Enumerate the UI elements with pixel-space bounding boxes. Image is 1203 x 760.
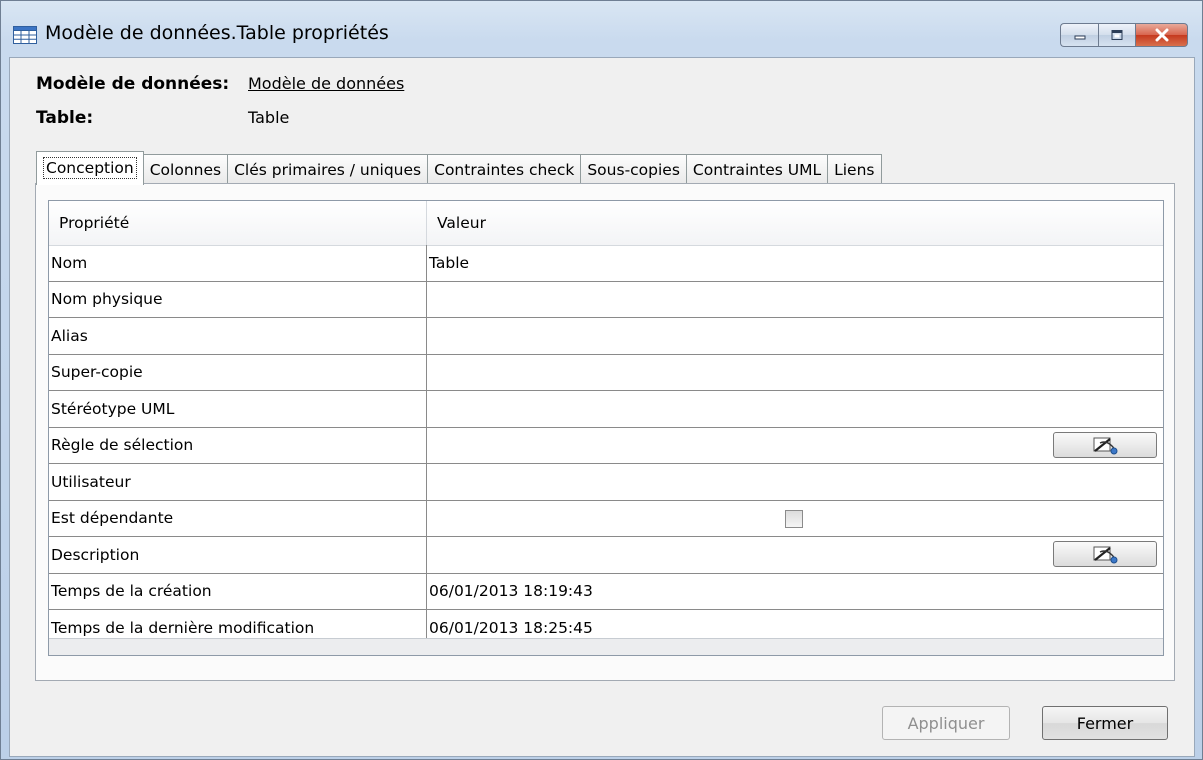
property-value-field[interactable]: Table	[427, 245, 1163, 281]
minimize-button[interactable]	[1060, 23, 1098, 47]
table-icon	[13, 26, 37, 44]
close-window-button[interactable]	[1136, 23, 1188, 47]
property-value-field[interactable]	[427, 428, 1163, 464]
table-row[interactable]: Nom physique	[49, 281, 1163, 318]
description-edit-button[interactable]	[1053, 541, 1157, 567]
tab-panel-conception: Propriété Valeur Nom Table Nom physique …	[35, 183, 1175, 681]
property-value-field[interactable]	[427, 282, 1163, 318]
tab-conception[interactable]: Conception	[36, 151, 144, 185]
property-name: Est dépendante	[49, 500, 427, 536]
property-value-field[interactable]: 06/01/2013 18:19:43	[427, 574, 1163, 610]
table-row[interactable]: Super-copie	[49, 354, 1163, 391]
table-value: Table	[248, 108, 290, 127]
property-name: Description	[49, 537, 427, 573]
apply-button[interactable]: Appliquer	[882, 706, 1010, 740]
table-row[interactable]: Utilisateur	[49, 464, 1163, 501]
property-name: Nom	[49, 245, 427, 281]
model-label: Modèle de données:	[36, 74, 230, 94]
tab-liens[interactable]: Liens	[827, 154, 882, 184]
tab-cles-primaires-uniques[interactable]: Clés primaires / uniques	[227, 154, 429, 184]
property-grid: Propriété Valeur Nom Table Nom physique …	[48, 200, 1164, 656]
property-name: Utilisateur	[49, 464, 427, 500]
selection-rule-edit-button[interactable]	[1053, 431, 1157, 458]
edit-pencil-icon	[1093, 437, 1118, 454]
tab-sous-copies[interactable]: Sous-copies	[580, 154, 687, 184]
property-name: Règle de sélection	[49, 427, 427, 463]
table-row[interactable]: Description	[49, 537, 1163, 574]
title-bar[interactable]: Modèle de données.Table propriétés	[1, 1, 1202, 57]
edit-pencil-icon	[1093, 546, 1118, 564]
tab-strip: Conception Colonnes Clés primaires / uni…	[36, 150, 882, 185]
table-row[interactable]: Stéréotype UML	[49, 391, 1163, 428]
model-link[interactable]: Modèle de données	[248, 74, 404, 93]
grid-footer	[49, 638, 1163, 655]
table-row[interactable]: Temps de la création 06/01/2013 18:19:43	[49, 573, 1163, 610]
tab-colonnes[interactable]: Colonnes	[142, 154, 229, 184]
table-row[interactable]: Règle de sélection	[49, 427, 1163, 464]
window-title: Modèle de données.Table propriétés	[45, 22, 389, 44]
property-name: Super-copie	[49, 354, 427, 390]
close-icon	[1155, 28, 1168, 42]
tab-contraintes-uml[interactable]: Contraintes UML	[685, 154, 829, 184]
maximize-button[interactable]	[1098, 23, 1136, 47]
property-name: Stéréotype UML	[49, 391, 427, 427]
column-header-value[interactable]: Valeur	[427, 201, 1163, 245]
property-value-field[interactable]	[427, 391, 1163, 427]
properties-window: Modèle de données.Table propriétés Modèl…	[0, 0, 1203, 760]
grid-rows: Nom Table Nom physique Alias Super-copie	[49, 245, 1163, 647]
property-value-field[interactable]	[427, 501, 1163, 537]
property-name: Temps de la création	[49, 573, 427, 609]
is-dependent-checkbox[interactable]	[785, 509, 803, 528]
maximize-icon	[1111, 30, 1123, 40]
caption-buttons	[1060, 23, 1188, 49]
table-row[interactable]: Est dépendante	[49, 500, 1163, 537]
property-name: Alias	[49, 318, 427, 354]
dialog-client-area: Modèle de données: Modèle de données Tab…	[9, 57, 1195, 757]
table-row[interactable]: Alias	[49, 318, 1163, 355]
close-button[interactable]: Fermer	[1042, 706, 1168, 740]
tab-contraintes-check[interactable]: Contraintes check	[427, 154, 582, 184]
grid-header: Propriété Valeur	[49, 201, 1163, 246]
table-label: Table:	[36, 108, 94, 128]
property-value-field[interactable]	[427, 537, 1163, 573]
property-name: Nom physique	[49, 281, 427, 317]
property-value-field[interactable]	[427, 318, 1163, 354]
property-value-field[interactable]	[427, 355, 1163, 391]
column-header-property[interactable]: Propriété	[49, 201, 427, 245]
table-row[interactable]: Nom Table	[49, 245, 1163, 282]
property-value-field[interactable]	[427, 464, 1163, 500]
minimize-icon	[1074, 35, 1085, 40]
